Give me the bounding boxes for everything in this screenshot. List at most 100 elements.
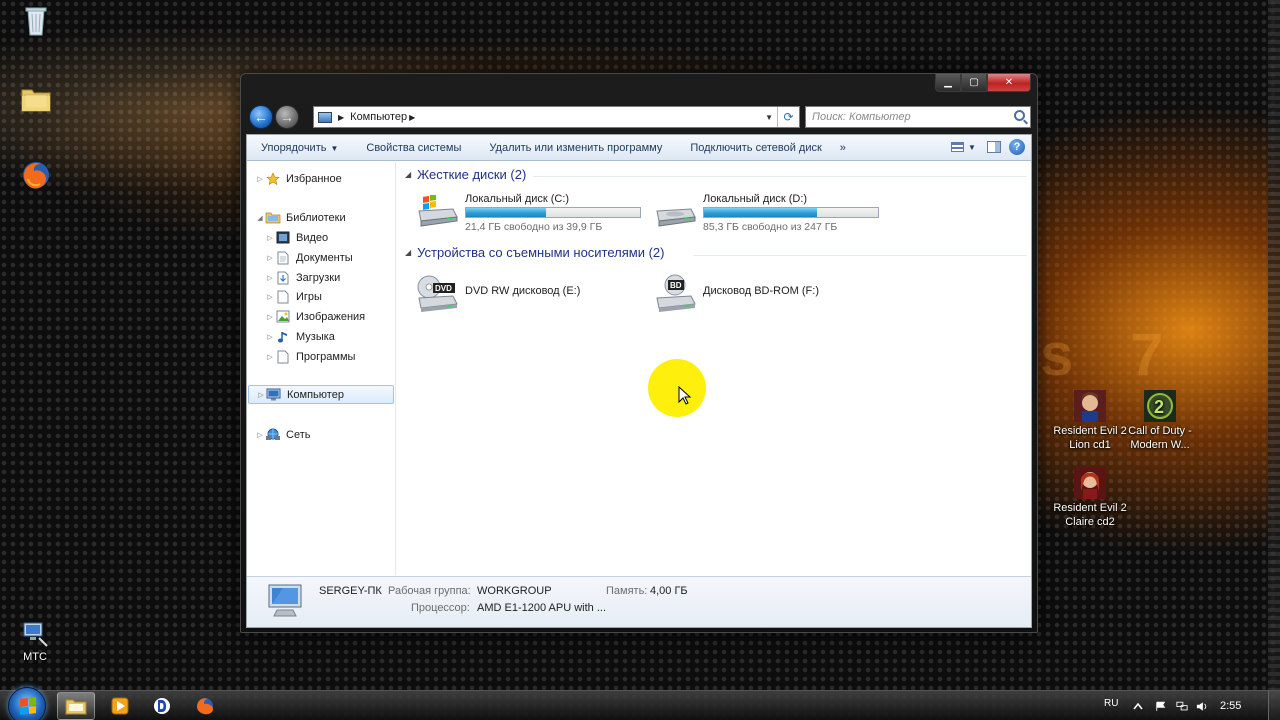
trash-icon [19,4,53,38]
tray-expand-icon[interactable] [1132,701,1144,712]
show-desktop-button[interactable] [1268,691,1280,720]
expand-arrow-icon[interactable]: ▷ [265,293,275,301]
workgroup-value: WORKGROUP [477,585,552,597]
computer-icon [266,388,282,402]
computer-icon [318,111,332,123]
nav-games[interactable]: ▷ Игры [265,287,411,306]
desktop-mts[interactable]: МТС [0,620,73,664]
cpu-label: Процессор: [411,602,470,614]
expand-arrow-icon[interactable]: ▷ [265,353,275,361]
nav-favorites[interactable]: ▷ Избранное [255,169,401,188]
nav-computer[interactable]: ▷ Компьютер [248,385,394,404]
svg-text:DVD: DVD [435,284,452,293]
taskbar: RU 2:55 [0,687,1280,720]
nav-documents[interactable]: ▷ Документы [265,248,411,267]
organize-button[interactable]: Упорядочить ▼ [247,142,352,154]
nav-label: Загрузки [296,271,341,284]
desktop-resident-evil-lion[interactable]: Resident Evil 2 Lion cd1 [1052,390,1128,452]
close-button[interactable]: ✕ [987,74,1031,92]
nav-label: Документы [296,251,353,264]
address-dropdown-icon[interactable]: ▼ [765,113,773,122]
taskbar-firefox[interactable] [186,692,224,720]
view-icon [951,142,964,152]
games-icon [275,290,291,304]
drive-name: Локальный диск (C:) [465,193,570,205]
nav-label: Видео [296,231,329,244]
drive-c[interactable]: Локальный диск (C:) 21,4 ГБ свободно из … [415,191,645,235]
forward-button[interactable]: → [275,105,299,129]
refresh-button[interactable]: ⟳ [777,107,799,127]
daemon-tools-icon [154,698,170,714]
collapse-arrow-icon[interactable]: ◢ [255,214,265,222]
address-bar[interactable]: ▶ Компьютер ▶ ▼ ⟳ [313,106,800,128]
folder-icon [19,82,53,116]
firefox-icon [19,158,53,192]
taskbar-media-player[interactable] [101,692,139,720]
windows-drive-icon [415,194,459,229]
music-icon [275,330,291,344]
expand-arrow-icon[interactable]: ▷ [255,431,265,439]
downloads-icon [275,271,291,285]
nav-downloads[interactable]: ▷ Загрузки [265,268,411,287]
system-properties-button[interactable]: Свойства системы [352,142,475,154]
action-center-flag-icon[interactable] [1155,701,1167,712]
folder-icon [65,699,87,715]
drive-f-bd[interactable]: BD Дисковод BD-ROM (F:) [653,270,883,314]
nav-label: Программы [296,350,356,363]
nav-label: Избранное [286,172,342,185]
preview-pane-icon[interactable] [987,141,1001,153]
more-commands-button[interactable]: » [836,142,850,154]
expand-arrow-icon[interactable]: ▷ [265,313,275,321]
network-status-icon[interactable] [1176,701,1188,712]
help-icon[interactable]: ? [1009,139,1025,155]
expand-arrow-icon[interactable]: ▷ [265,274,275,282]
details-pane: SERGEY-ПК Рабочая группа: WORKGROUP Памя… [247,576,1031,627]
uninstall-program-button[interactable]: Удалить или изменить программу [475,142,676,154]
change-view-button[interactable]: ▼ [951,138,979,156]
expand-arrow-icon[interactable]: ▷ [255,175,265,183]
nav-music[interactable]: ▷ Музыка [265,327,411,346]
desktop-icon-label: Resident Evil 2 Lion cd1 [1053,425,1127,451]
expand-arrow-icon[interactable]: ▷ [265,254,275,262]
wallpaper-logo: s 7 [1040,321,1184,388]
desktop-call-of-duty[interactable]: 2 Call of Duty - Modern W... [1122,390,1198,452]
desktop-icon-label: МТС [23,651,47,663]
taskbar-explorer[interactable] [57,692,95,720]
clock[interactable]: 2:55 [1220,700,1241,712]
recycle-bin-icon[interactable] [0,4,74,40]
drive-e-dvd[interactable]: DVD DVD RW дисковод (E:) [415,270,645,314]
group-divider [693,255,1027,256]
chevron-right-icon[interactable]: ▶ [409,113,415,122]
nav-libraries[interactable]: ◢ Библиотеки [255,208,401,227]
search-input[interactable]: Поиск: Компьютер [805,106,1031,128]
map-network-drive-button[interactable]: Подключить сетевой диск [676,142,835,154]
breadcrumb-computer[interactable]: Компьютер [350,111,407,123]
game-icon: 2 [1144,390,1176,422]
back-button[interactable]: ← [249,105,273,129]
minimize-button[interactable]: ▁ [935,74,961,92]
drive-d[interactable]: Локальный диск (D:) 85,3 ГБ свободно из … [653,191,883,235]
group-header-hard-disks[interactable]: ◢ Жесткие диски (2) [405,167,526,182]
nav-images[interactable]: ▷ Изображения [265,307,411,326]
expand-arrow-icon[interactable]: ▷ [265,234,275,242]
desktop-firefox[interactable] [0,158,74,194]
desktop-folder[interactable] [0,82,74,118]
nav-label: Изображения [296,310,366,323]
taskbar-daemon-tools[interactable] [143,692,181,720]
nav-network[interactable]: ▷ Сеть [255,425,401,444]
drive-free-space: 85,3 ГБ свободно из 247 ГБ [703,221,838,233]
group-header-removable[interactable]: ◢ Устройства со съемными носителями (2) [405,245,665,260]
nav-programs[interactable]: ▷ Программы [265,347,411,366]
navigation-bar: ← → ▶ Компьютер ▶ ▼ ⟳ Поиск: Компьютер [247,104,1031,130]
nav-label: Сеть [286,428,311,441]
desktop-icon-label: Call of Duty - Modern W... [1128,425,1192,451]
start-button[interactable] [8,687,46,720]
maximize-button[interactable]: ▢ [961,74,987,92]
drive-usage-fill [466,208,547,217]
desktop-resident-evil-claire[interactable]: Resident Evil 2 Claire cd2 [1052,467,1128,529]
language-indicator[interactable]: RU [1104,698,1118,709]
expand-arrow-icon[interactable]: ▷ [256,391,266,399]
nav-video[interactable]: ▷ Видео [265,228,411,247]
volume-icon[interactable] [1196,701,1208,712]
expand-arrow-icon[interactable]: ▷ [265,333,275,341]
